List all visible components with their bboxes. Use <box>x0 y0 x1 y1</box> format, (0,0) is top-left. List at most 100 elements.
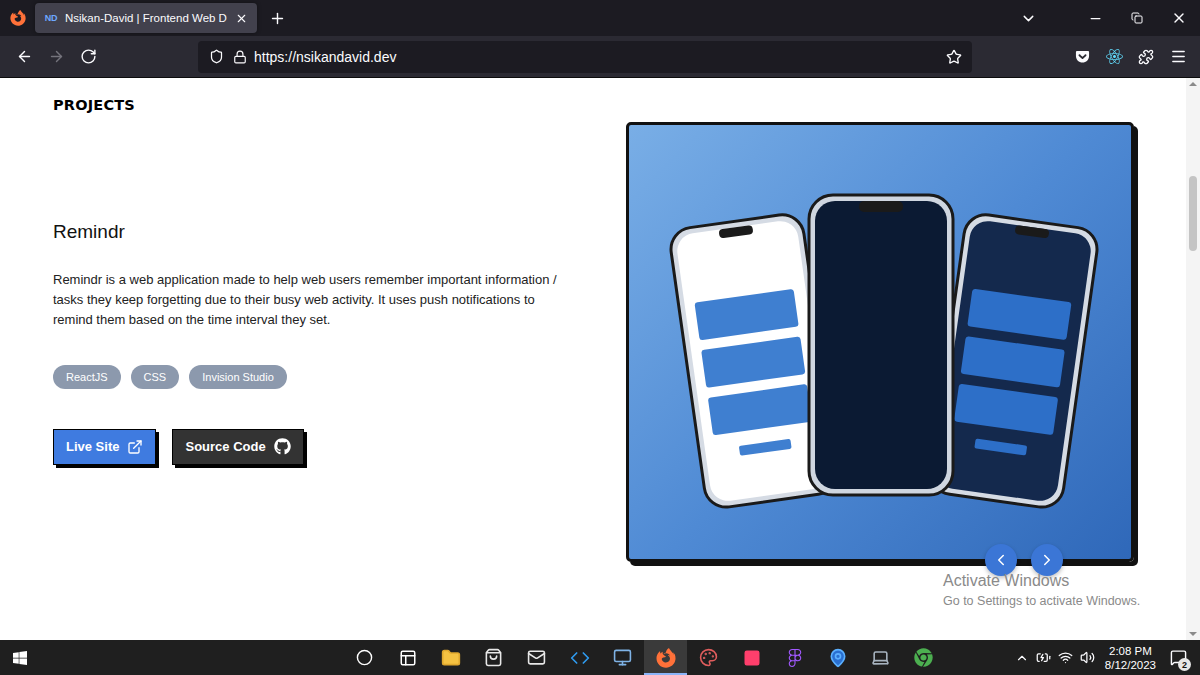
clock[interactable]: 2:08 PM8/12/2023 <box>1099 644 1162 672</box>
taskbar-app[interactable] <box>429 640 472 675</box>
explorer-icon <box>441 648 461 668</box>
reload-button[interactable] <box>72 41 104 73</box>
windows-icon <box>12 650 28 666</box>
github-icon <box>274 438 291 455</box>
close-window-button[interactable] <box>1158 0 1200 36</box>
browser-tab[interactable]: ND Nsikan-David | Frontend Web D <box>35 3 257 33</box>
web-page: PROJECTSRemindrRemindr is a web applicat… <box>0 78 1200 640</box>
watermark-subtitle: Go to Settings to activate Windows. <box>943 593 1140 609</box>
new-tab-button[interactable] <box>263 4 291 32</box>
firefox-icon <box>10 10 26 26</box>
pinkapp-icon <box>743 649 761 667</box>
remote-icon <box>613 648 632 667</box>
project-description: Remindr is a web application made to hel… <box>53 270 563 330</box>
url-bar[interactable]: https://nsikandavid.dev <box>198 41 972 73</box>
battery-button[interactable] <box>1033 640 1055 675</box>
scroll-up-icon[interactable] <box>1189 82 1197 86</box>
live-site-button[interactable]: Live Site <box>53 429 156 465</box>
scroll-thumb[interactable] <box>1189 176 1197 251</box>
plus-icon <box>269 10 286 27</box>
tab-bar: ND Nsikan-David | Frontend Web D <box>0 0 1200 36</box>
clock-time: 2:08 PM <box>1109 644 1152 658</box>
network-button[interactable] <box>1055 640 1077 675</box>
close-icon <box>1171 10 1187 26</box>
store-icon <box>484 648 503 667</box>
taskbar: 2:08 PM8/12/2023 2 <box>0 640 1200 675</box>
show-hidden-icons-button[interactable] <box>1011 640 1033 675</box>
taskbar-app[interactable] <box>558 640 601 675</box>
taskbar-app[interactable] <box>773 640 816 675</box>
back-icon <box>16 48 33 65</box>
url-text: https://nsikandavid.dev <box>252 49 938 65</box>
back-button[interactable] <box>8 41 40 73</box>
clock-date: 8/12/2023 <box>1105 658 1156 672</box>
phone-center-icon <box>809 195 953 495</box>
menu-button[interactable] <box>1162 41 1194 73</box>
carousel-controls <box>985 544 1063 576</box>
site-info-button[interactable] <box>230 45 250 69</box>
notification-count: 2 <box>1178 658 1191 671</box>
project-image <box>629 125 1131 559</box>
reload-icon <box>80 48 97 65</box>
volume-icon <box>1080 650 1095 665</box>
taskbar-app[interactable] <box>644 640 687 675</box>
chevron-up-icon <box>1015 651 1029 665</box>
taskbar-app[interactable] <box>515 640 558 675</box>
tracking-protection-button[interactable] <box>204 45 228 69</box>
start-button[interactable] <box>0 640 40 675</box>
source-code-button[interactable]: Source Code <box>172 429 303 465</box>
tab-title: Nsikan-David | Frontend Web D <box>65 12 227 24</box>
project-image-wrap <box>626 122 1134 562</box>
toolbar-right <box>1066 41 1194 73</box>
bookmark-button[interactable] <box>940 43 968 71</box>
restore-button[interactable] <box>1116 0 1158 36</box>
taskbar-app[interactable] <box>859 640 902 675</box>
chrome-icon <box>914 648 933 667</box>
close-icon <box>235 12 248 25</box>
taskbar-app[interactable] <box>687 640 730 675</box>
notifications-button[interactable]: 2 <box>1162 640 1194 675</box>
minimize-button[interactable] <box>1074 0 1116 36</box>
device-icon <box>871 648 890 667</box>
projects-section: PROJECTSRemindrRemindr is a web applicat… <box>0 78 1186 640</box>
pin-icon <box>828 648 848 668</box>
tab-close-button[interactable] <box>233 10 249 26</box>
project-title: Remindr <box>53 220 626 244</box>
navigation-bar: https://nsikandavid.dev <box>0 36 1200 78</box>
activation-watermark: Activate Windows Go to Settings to activa… <box>943 571 1140 609</box>
watermark-title: Activate Windows <box>943 571 1140 591</box>
project-slide: Remindr Remindr is a web application made… <box>53 122 1186 562</box>
window-controls <box>1074 0 1200 36</box>
taskbar-app[interactable] <box>472 640 515 675</box>
taskbar-app[interactable] <box>902 640 945 675</box>
wifi-icon <box>1058 650 1073 665</box>
taskbar-app[interactable] <box>343 640 386 675</box>
battery-icon <box>1036 650 1051 665</box>
project-info: Remindr Remindr is a web application made… <box>53 220 626 465</box>
list-tabs-button[interactable] <box>1012 2 1044 34</box>
pocket-icon <box>1075 49 1090 64</box>
extensions-button[interactable] <box>1130 41 1162 73</box>
tag-list: ReactJSCSSInvision Studio <box>53 365 626 389</box>
project-buttons: Live Site Source Code <box>53 429 626 465</box>
previous-slide-button[interactable] <box>985 544 1017 576</box>
firefox-icon <box>656 648 676 668</box>
scroll-down-icon[interactable] <box>1189 632 1197 636</box>
screen: ND Nsikan-David | Frontend Web D https://n… <box>0 0 1200 675</box>
pocket-button[interactable] <box>1066 41 1098 73</box>
page-scrollbar[interactable] <box>1186 78 1200 640</box>
sketch-icon <box>699 648 718 667</box>
next-slide-button[interactable] <box>1031 544 1063 576</box>
taskbar-app[interactable] <box>601 640 644 675</box>
tech-tag: Invision Studio <box>189 365 287 389</box>
tech-tag: ReactJS <box>53 365 121 389</box>
react-devtools-button[interactable] <box>1098 41 1130 73</box>
minimize-icon <box>1088 11 1103 26</box>
nav-buttons <box>8 41 104 73</box>
volume-button[interactable] <box>1077 640 1099 675</box>
tab-favicon: ND <box>43 13 59 23</box>
taskbar-app[interactable] <box>386 640 429 675</box>
taskbar-app[interactable] <box>816 640 859 675</box>
taskbar-app[interactable] <box>730 640 773 675</box>
external-link-icon <box>127 439 143 455</box>
